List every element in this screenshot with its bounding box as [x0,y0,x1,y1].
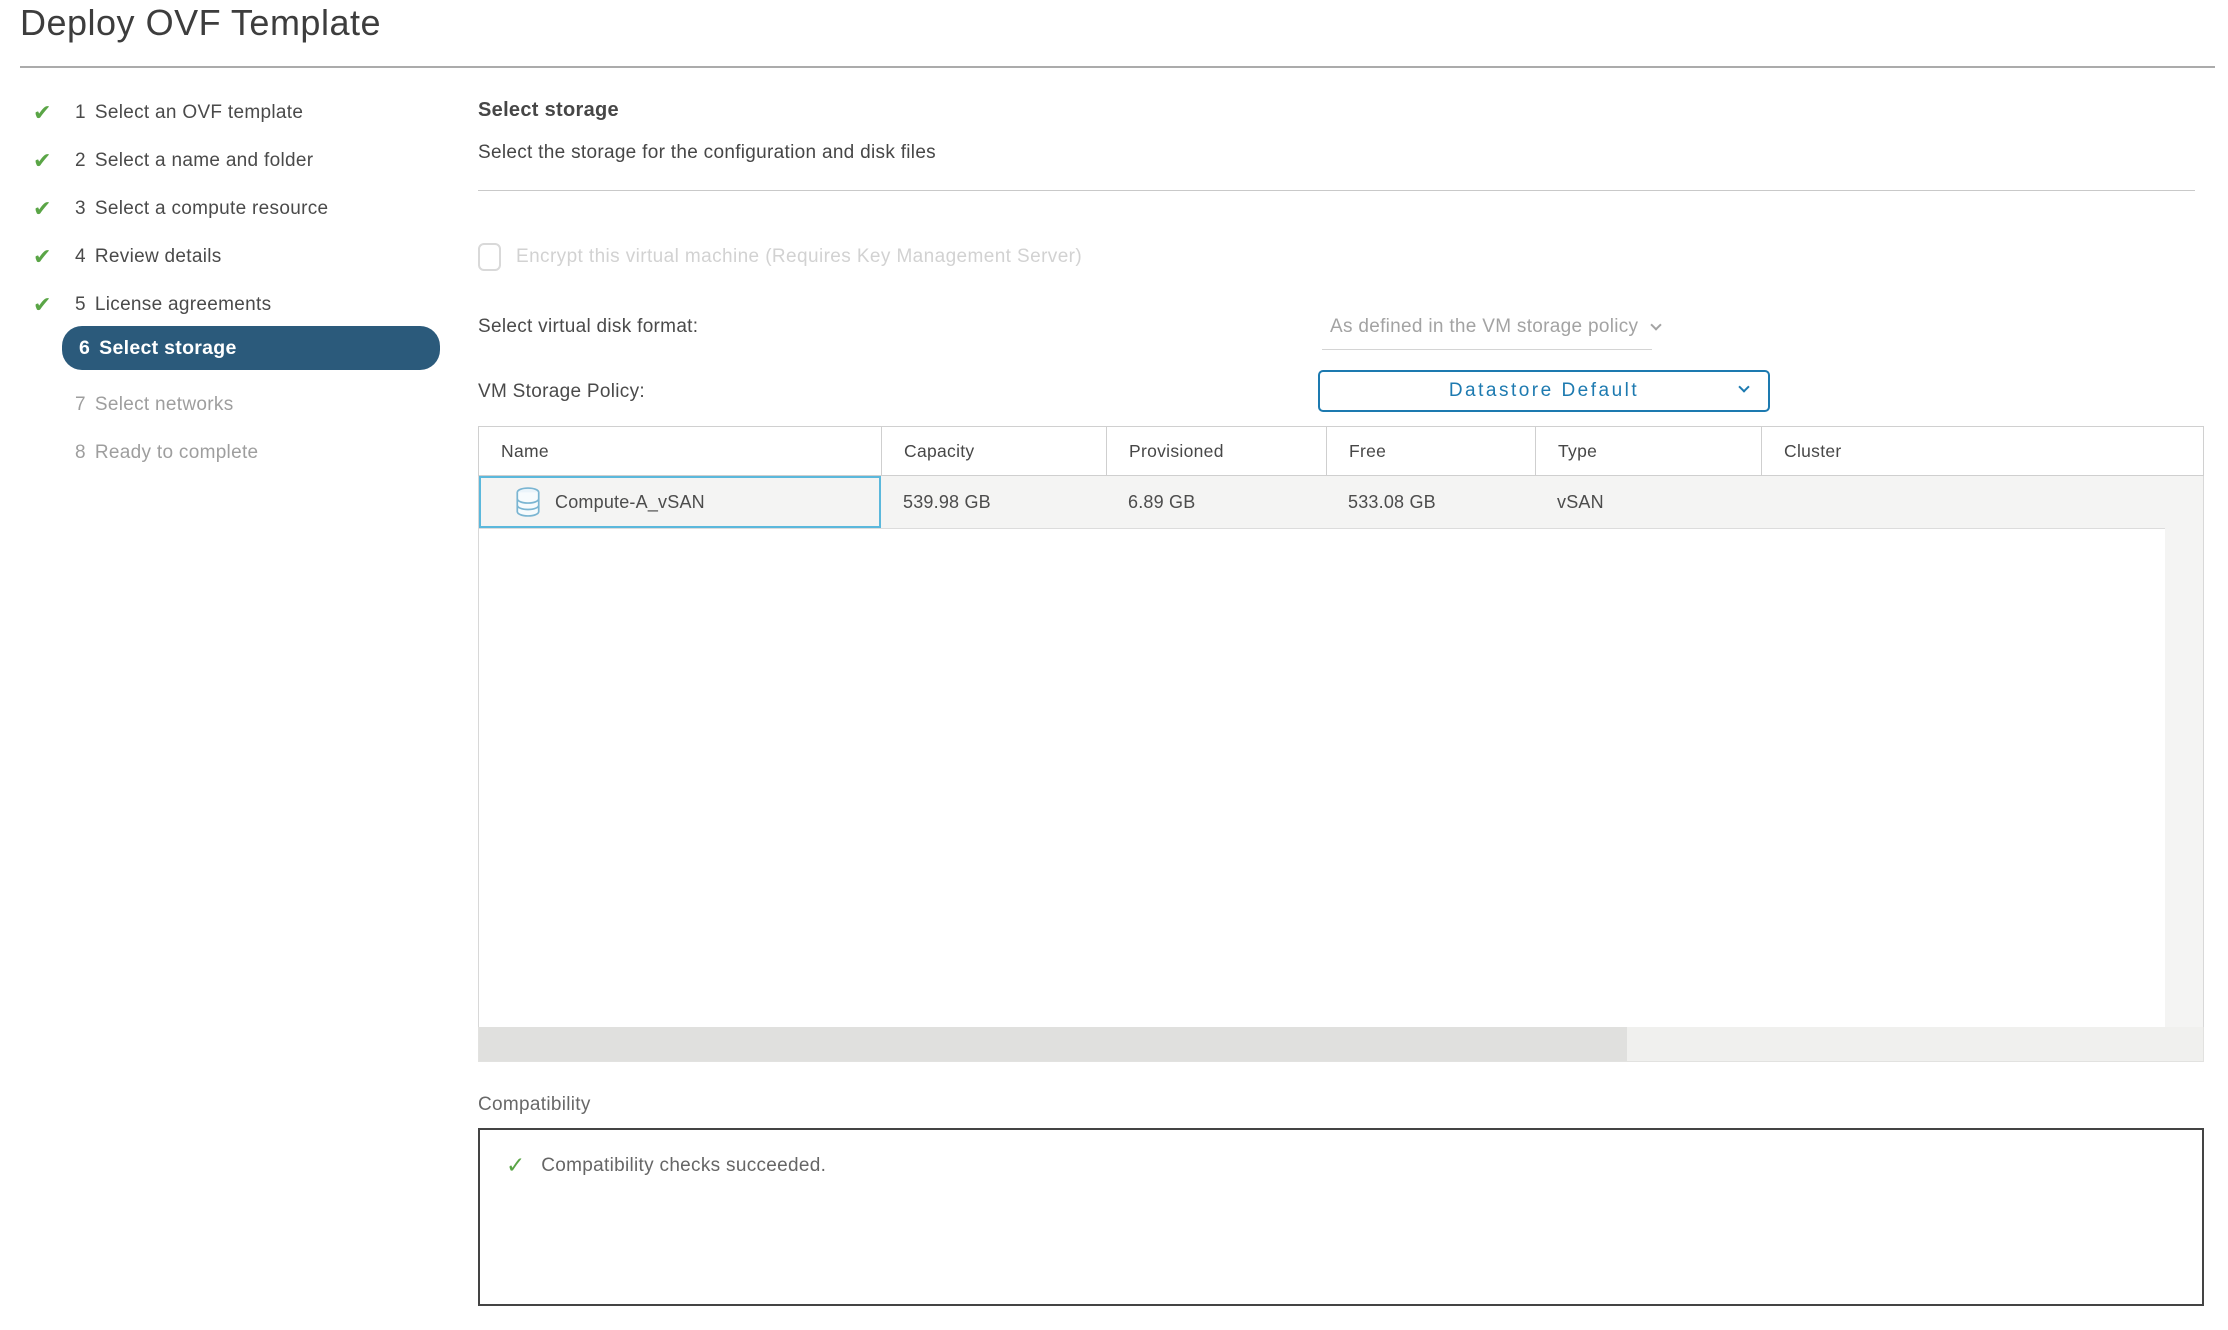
column-header-cluster[interactable]: Cluster [1761,427,2203,475]
title-divider [20,66,2215,68]
vertical-scrollbar-track[interactable] [2165,476,2203,1027]
wizard-step-7[interactable]: 7 Select networks [20,388,465,422]
step-number: 7 [75,394,86,416]
pane-heading: Select storage [478,99,619,122]
wizard-step-5[interactable]: ✔ 5 License agreements [20,288,465,322]
datastore-table-body: Compute-A_vSAN 539.98 GB 6.89 GB 533.08 … [478,476,2204,1027]
datastore-type: vSAN [1535,476,1761,528]
compatibility-message: Compatibility checks succeeded. [541,1155,826,1177]
step-done-check-icon: ✔ [33,294,75,316]
step-label: Select a compute resource [95,198,329,220]
step-label: Select storage [99,337,237,360]
step-label: Ready to complete [95,442,259,464]
step-number: 4 [75,246,86,268]
wizard-step-8[interactable]: 8 Ready to complete [20,436,465,470]
column-header-name[interactable]: Name [479,427,881,475]
datastore-cluster [1761,476,2165,528]
datastore-icon [515,487,541,517]
chevron-down-icon [1738,381,1749,392]
disk-format-select[interactable]: As defined in the VM storage policy [1330,316,1660,338]
pane-divider [478,190,2195,191]
compatibility-panel: ✓ Compatibility checks succeeded. [478,1128,2204,1306]
datastore-free: 533.08 GB [1326,476,1535,528]
datastore-provisioned: 6.89 GB [1106,476,1326,528]
datastore-name: Compute-A_vSAN [555,492,705,513]
step-number: 2 [75,150,86,172]
step-number: 6 [79,337,90,360]
step-label: Select an OVF template [95,102,303,124]
compatibility-message-row: ✓ Compatibility checks succeeded. [506,1154,826,1177]
wizard-step-3[interactable]: ✔ 3 Select a compute resource [20,192,465,226]
column-header-provisioned[interactable]: Provisioned [1106,427,1326,475]
storage-policy-dropdown[interactable]: Datastore Default [1318,370,1770,412]
deploy-ovf-wizard: { "window": { "title": "Deploy OVF Templ… [0,0,2228,1330]
step-label: Select networks [95,394,234,416]
step-done-check-icon: ✔ [33,246,75,268]
success-check-icon: ✓ [506,1154,525,1177]
encrypt-vm-row: Encrypt this virtual machine (Requires K… [478,243,1082,271]
step-number: 5 [75,294,86,316]
page-title: Deploy OVF Template [20,2,381,44]
column-header-capacity[interactable]: Capacity [881,427,1106,475]
storage-policy-value: Datastore Default [1449,380,1639,402]
column-header-free[interactable]: Free [1326,427,1535,475]
chevron-down-icon [1651,319,1662,330]
step-label: Review details [95,246,222,268]
step-number: 3 [75,198,86,220]
step-number: 8 [75,442,86,464]
step-label: License agreements [95,294,272,316]
step-number: 1 [75,102,86,124]
datastore-table: Name Capacity Provisioned Free Type Clus… [478,426,2204,1062]
step-done-check-icon: ✔ [33,102,75,124]
step-done-check-icon: ✔ [33,198,75,220]
datastore-table-header: Name Capacity Provisioned Free Type Clus… [478,426,2204,476]
pane-subtitle: Select the storage for the configuration… [478,142,936,164]
encrypt-vm-label: Encrypt this virtual machine (Requires K… [516,246,1082,268]
wizard-step-4[interactable]: ✔ 4 Review details [20,240,465,274]
wizard-step-2[interactable]: ✔ 2 Select a name and folder [20,144,465,178]
horizontal-scrollbar-track[interactable] [478,1027,2204,1062]
step-label: Select a name and folder [95,150,313,172]
wizard-step-1[interactable]: ✔ 1 Select an OVF template [20,96,465,130]
storage-policy-label: VM Storage Policy: [478,381,645,403]
disk-format-underline [1322,349,1652,350]
disk-format-value: As defined in the VM storage policy [1330,316,1638,338]
step-done-check-icon: ✔ [33,150,75,172]
column-header-type[interactable]: Type [1535,427,1761,475]
horizontal-scrollbar-thumb[interactable] [479,1027,1627,1061]
disk-format-label: Select virtual disk format: [478,316,698,338]
datastore-row-selected[interactable]: Compute-A_vSAN 539.98 GB 6.89 GB 533.08 … [479,476,2165,529]
wizard-step-6-active[interactable]: 6 Select storage [62,326,440,370]
compatibility-label: Compatibility [478,1094,591,1116]
datastore-name-cell[interactable]: Compute-A_vSAN [479,476,881,528]
datastore-capacity: 539.98 GB [881,476,1106,528]
encrypt-vm-checkbox[interactable] [478,243,501,271]
